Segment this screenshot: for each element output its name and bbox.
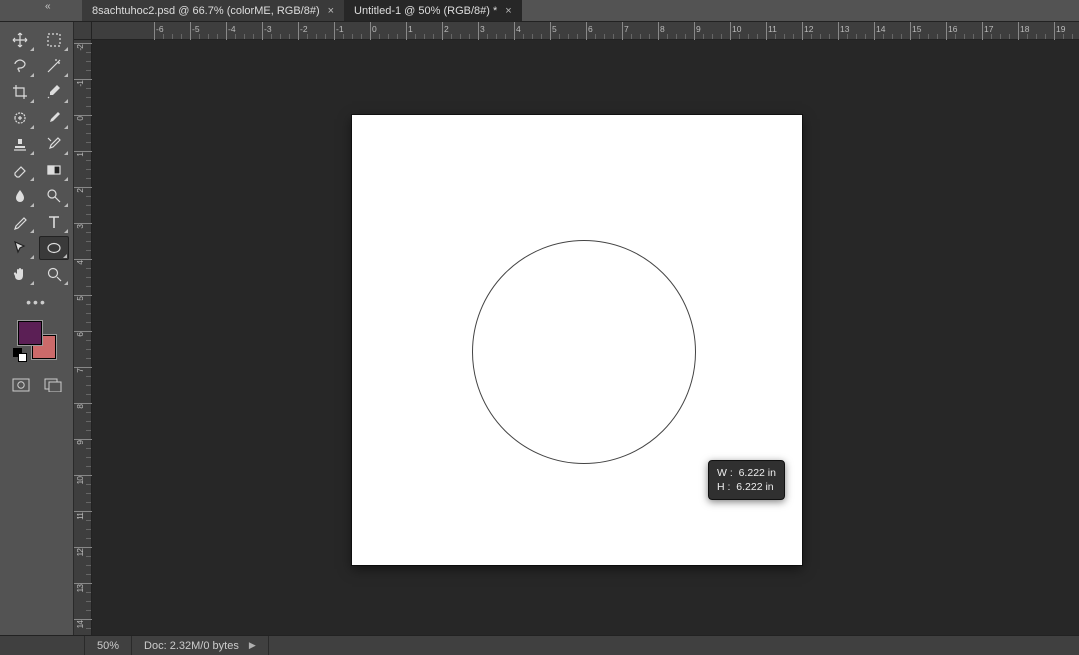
zoom-level[interactable]: 50% <box>84 636 132 655</box>
eraser-tool[interactable] <box>5 158 35 182</box>
ellipse-shape[interactable] <box>472 240 696 464</box>
brush-tool[interactable] <box>39 106 69 130</box>
vertical-ruler[interactable]: -2-10123456789101112131415 <box>74 40 92 635</box>
history-brush-tool[interactable] <box>39 132 69 156</box>
close-icon[interactable]: × <box>505 5 511 17</box>
horizontal-ruler[interactable]: -6-5-4-3-2-10123456789101112131415161718… <box>92 22 1079 40</box>
tooltip-h-value: 6.222 in <box>736 481 773 493</box>
close-icon[interactable]: × <box>328 5 334 17</box>
hand-tool[interactable] <box>5 262 35 286</box>
type-tool[interactable] <box>39 210 69 234</box>
lasso-tool[interactable] <box>5 54 35 78</box>
eyedropper-tool[interactable] <box>39 80 69 104</box>
stamp-tool[interactable] <box>5 132 35 156</box>
tooltip-h-label: H : <box>717 481 730 493</box>
blur-tool[interactable] <box>5 184 35 208</box>
document-tab[interactable]: 8sachtuhoc2.psd @ 66.7% (colorME, RGB/8#… <box>82 0 344 21</box>
toolbox: ••• <box>0 22 74 635</box>
dodge-tool[interactable] <box>39 184 69 208</box>
screenmode-icon[interactable] <box>44 378 62 392</box>
path-select-tool[interactable] <box>5 236 35 260</box>
move-tool[interactable] <box>5 28 35 52</box>
document-tab[interactable]: Untitled-1 @ 50% (RGB/8#) * × <box>344 0 522 21</box>
patch-tool[interactable] <box>5 106 35 130</box>
tab-label: 8sachtuhoc2.psd @ 66.7% (colorME, RGB/8#… <box>92 5 320 17</box>
crop-tool[interactable] <box>5 80 35 104</box>
canvas-viewport[interactable]: W : 6.222 in H : 6.222 in <box>92 40 1079 635</box>
ruler-origin[interactable] <box>74 22 92 40</box>
zoom-tool[interactable] <box>39 262 69 286</box>
tooltip-w-value: 6.222 in <box>739 467 776 479</box>
pen-tool[interactable] <box>5 210 35 234</box>
chevron-right-icon: ▶ <box>249 640 256 651</box>
canvas-area[interactable]: -6-5-4-3-2-10123456789101112131415161718… <box>74 22 1079 635</box>
doc-size[interactable]: Doc: 2.32M/0 bytes ▶ <box>132 636 269 655</box>
tab-label: Untitled-1 @ 50% (RGB/8#) * <box>354 5 497 17</box>
expand-chevron-icon[interactable]: « <box>45 1 49 12</box>
default-colors-icon[interactable] <box>13 348 27 362</box>
document-tabs: 8sachtuhoc2.psd @ 66.7% (colorME, RGB/8#… <box>0 0 1079 22</box>
dimension-tooltip: W : 6.222 in H : 6.222 in <box>708 460 785 500</box>
marquee-tool[interactable] <box>39 28 69 52</box>
gradient-tool[interactable] <box>39 158 69 182</box>
quick-select-tool[interactable] <box>39 54 69 78</box>
foreground-color-swatch[interactable] <box>17 320 43 346</box>
status-bar: 50% Doc: 2.32M/0 bytes ▶ <box>0 635 1079 655</box>
toolbox-more-icon[interactable]: ••• <box>26 294 47 310</box>
color-swatches[interactable] <box>17 320 57 360</box>
quickmask-icon[interactable] <box>12 378 30 392</box>
tooltip-w-label: W : <box>717 467 733 479</box>
ellipse-tool[interactable] <box>39 236 69 260</box>
